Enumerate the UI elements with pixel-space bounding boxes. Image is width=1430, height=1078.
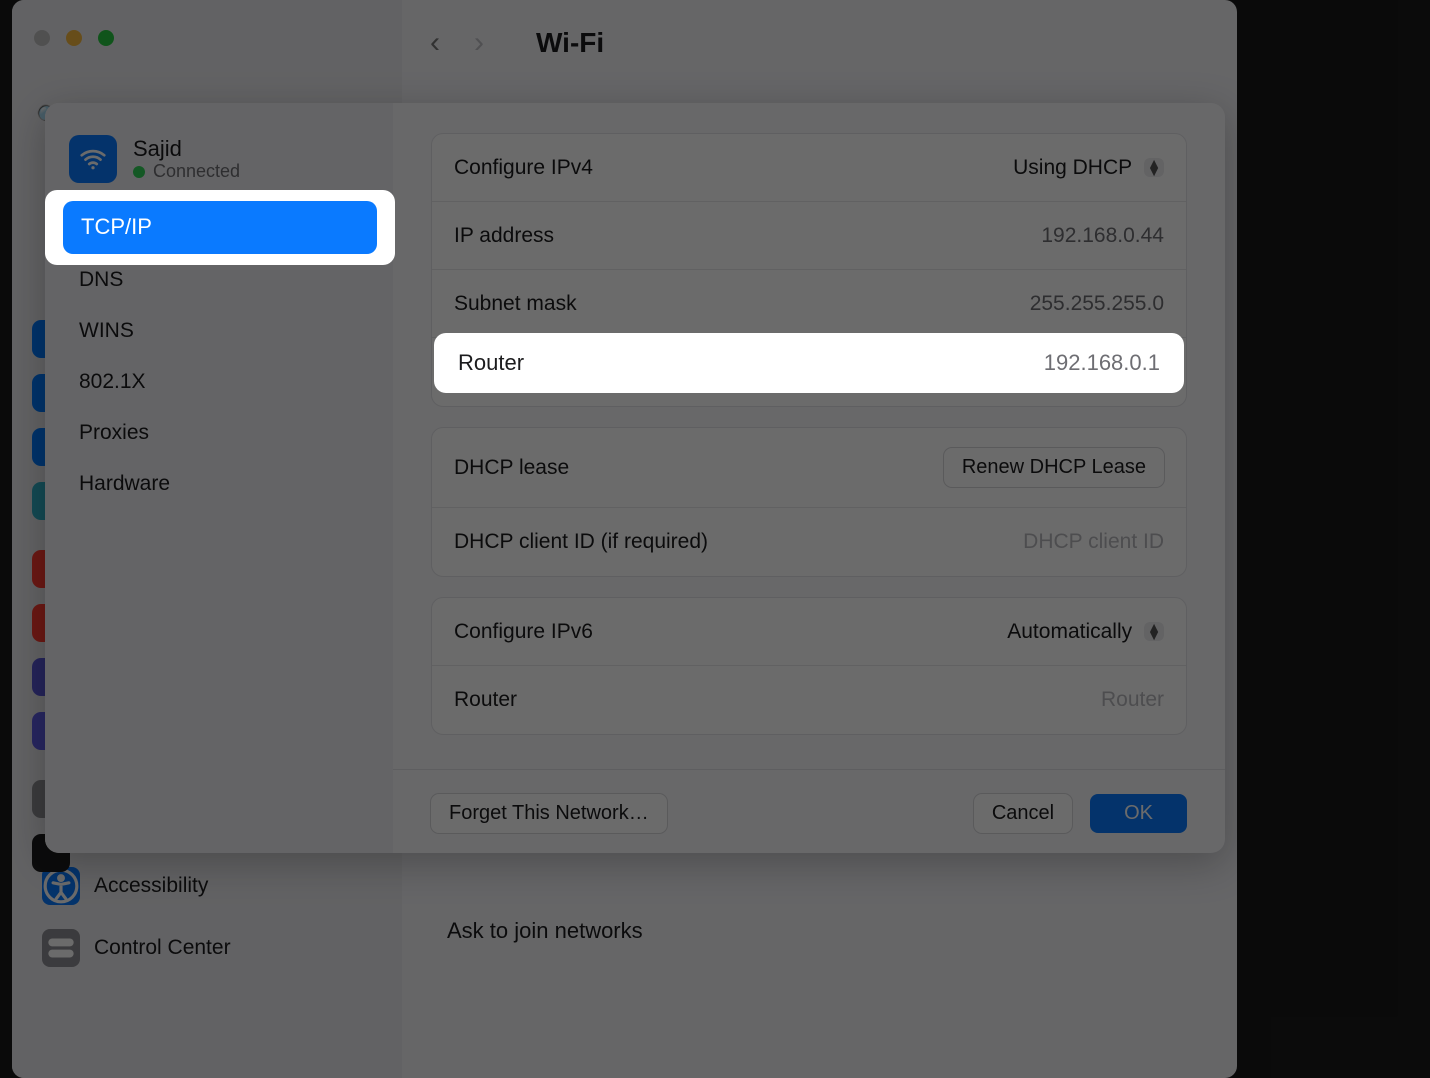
dhcp-lease-row: DHCP lease Renew DHCP Lease xyxy=(432,428,1186,508)
subnet-mask-row: Subnet mask 255.255.255.0 xyxy=(432,270,1186,338)
dhcp-client-id-row[interactable]: DHCP client ID (if required) DHCP client… xyxy=(432,508,1186,576)
row-label: Router xyxy=(454,688,517,712)
cancel-button[interactable]: Cancel xyxy=(974,794,1072,833)
configure-ipv6-row[interactable]: Configure IPv6 Automatically ▲▼ xyxy=(432,598,1186,666)
chevron-up-down-icon: ▲▼ xyxy=(1144,158,1164,177)
sidebar-item-label: Control Center xyxy=(94,936,231,960)
row-label: DHCP client ID (if required) xyxy=(454,530,708,554)
chevron-up-down-icon: ▲▼ xyxy=(1144,622,1164,641)
minimize-window-button[interactable] xyxy=(66,30,82,46)
configure-ipv4-row[interactable]: Configure IPv4 Using DHCP ▲▼ xyxy=(432,134,1186,202)
configure-ipv6-select[interactable]: Automatically ▲▼ xyxy=(1007,620,1164,644)
nav-controls: ‹ › Wi-Fi xyxy=(430,26,604,60)
ip-address-row: IP address 192.168.0.44 xyxy=(432,202,1186,270)
ipv6-router-row[interactable]: Router Router xyxy=(432,666,1186,734)
sidebar-item-label: Accessibility xyxy=(94,874,208,898)
titlebar: ‹ › Wi-Fi xyxy=(12,0,1237,78)
router-label-highlight: Router xyxy=(458,350,524,376)
wifi-icon xyxy=(69,135,117,183)
ok-button[interactable]: OK xyxy=(1090,794,1187,833)
forward-button[interactable]: › xyxy=(474,26,484,60)
subnet-mask-value: 255.255.255.0 xyxy=(1030,292,1164,316)
forget-network-button[interactable]: Forget This Network… xyxy=(431,794,667,833)
highlight-tcpip: TCP/IP xyxy=(45,190,395,265)
window-controls xyxy=(34,30,114,46)
select-value: Automatically xyxy=(1007,620,1132,644)
dhcp-client-id-input[interactable]: DHCP client ID xyxy=(1023,530,1164,554)
maximize-window-button[interactable] xyxy=(98,30,114,46)
back-button[interactable]: ‹ xyxy=(430,26,440,60)
ip-address-value: 192.168.0.44 xyxy=(1041,224,1164,248)
ipv6-card: Configure IPv6 Automatically ▲▼ Router R… xyxy=(431,597,1187,735)
close-window-button[interactable] xyxy=(34,30,50,46)
select-value: Using DHCP xyxy=(1013,156,1132,180)
tab-tcpip-highlight[interactable]: TCP/IP xyxy=(63,201,377,253)
ipv6-router-input[interactable]: Router xyxy=(1101,688,1164,712)
network-name: Sajid xyxy=(133,136,240,161)
network-status: Connected xyxy=(133,161,240,182)
row-label: Configure IPv4 xyxy=(454,156,593,180)
tab-wins[interactable]: WINS xyxy=(63,307,375,354)
configure-ipv4-select[interactable]: Using DHCP ▲▼ xyxy=(1013,156,1164,180)
row-label: Configure IPv6 xyxy=(454,620,593,644)
control-center-icon xyxy=(42,929,80,967)
status-dot-icon xyxy=(133,166,145,178)
dialog-footer: Forget This Network… Cancel OK xyxy=(393,769,1225,833)
sidebar-item-accessibility[interactable]: Accessibility xyxy=(32,855,382,917)
page-title: Wi-Fi xyxy=(536,27,604,59)
row-label: DHCP lease xyxy=(454,456,569,480)
tab-8021x[interactable]: 802.1X xyxy=(63,358,375,405)
row-label: Subnet mask xyxy=(454,292,577,316)
highlight-router: Router 192.168.0.1 xyxy=(434,333,1184,393)
tab-proxies[interactable]: Proxies xyxy=(63,409,375,456)
dhcp-card: DHCP lease Renew DHCP Lease DHCP client … xyxy=(431,427,1187,577)
tab-hardware[interactable]: Hardware xyxy=(63,460,375,507)
sidebar-visible-items: Accessibility Control Center xyxy=(32,855,382,979)
sidebar-item-control-center[interactable]: Control Center xyxy=(32,917,382,979)
status-text: Connected xyxy=(153,161,240,182)
ask-to-join-label: Ask to join networks xyxy=(447,918,643,944)
renew-dhcp-button[interactable]: Renew DHCP Lease xyxy=(944,448,1164,487)
router-value-highlight: 192.168.0.1 xyxy=(1044,350,1160,376)
dialog-main: Configure IPv4 Using DHCP ▲▼ IP address … xyxy=(393,103,1225,853)
row-label: IP address xyxy=(454,224,554,248)
